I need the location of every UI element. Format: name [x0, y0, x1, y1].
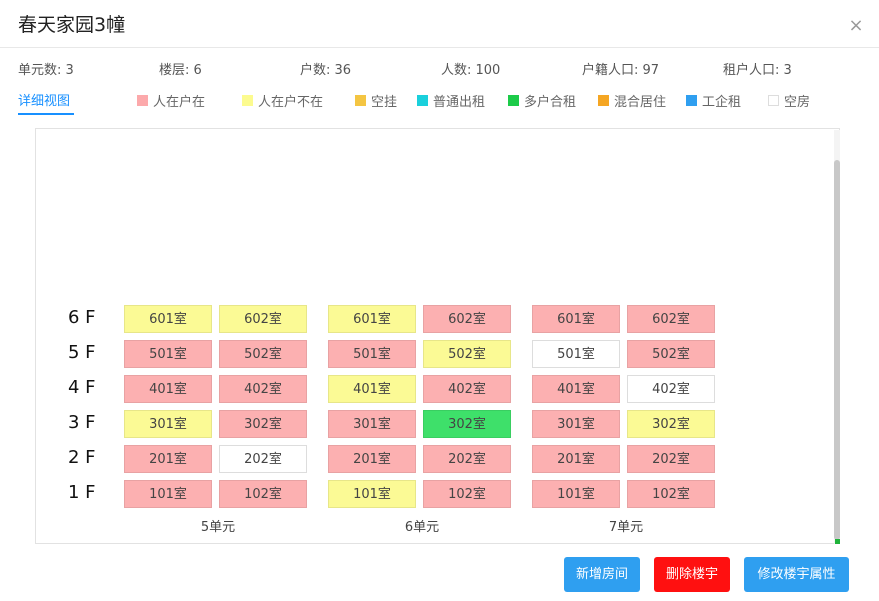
legend-label: 人在户不在	[258, 95, 324, 110]
room-cell[interactable]: 101室	[532, 480, 620, 508]
room-cell[interactable]: 302室	[219, 410, 307, 438]
room-cell[interactable]: 501室	[532, 340, 620, 368]
room-cell[interactable]: 201室	[328, 445, 416, 473]
unit-label: 5单元	[200, 520, 236, 535]
room-cell[interactable]: 401室	[124, 375, 212, 403]
legend-swatch	[768, 95, 779, 106]
tab-detail-view[interactable]: 详细视图	[18, 90, 70, 109]
delete-building-button[interactable]: 删除楼宇	[654, 557, 730, 592]
legend-swatch	[355, 95, 366, 106]
room-cell[interactable]: 501室	[124, 340, 212, 368]
room-cell[interactable]: 601室	[328, 305, 416, 333]
room-cell[interactable]: 301室	[124, 410, 212, 438]
room-cell[interactable]: 401室	[532, 375, 620, 403]
floor-label: 2 F	[68, 447, 96, 468]
legend-swatch	[686, 95, 697, 106]
room-cell[interactable]: 602室	[627, 305, 715, 333]
legend-item: 普通出租	[417, 91, 485, 110]
legend-item: 人在户在	[137, 91, 205, 110]
room-cell[interactable]: 602室	[219, 305, 307, 333]
room-cell[interactable]: 501室	[328, 340, 416, 368]
scroll-indicator	[835, 539, 840, 544]
stat-people: 人数: 100	[441, 63, 501, 78]
unit-label: 6单元	[404, 520, 440, 535]
tab-underline	[18, 113, 74, 115]
legend-item: 空挂	[355, 91, 397, 110]
room-cell[interactable]: 502室	[219, 340, 307, 368]
room-cell[interactable]: 402室	[627, 375, 715, 403]
room-cell[interactable]: 202室	[627, 445, 715, 473]
stat-floors: 楼层: 6	[159, 63, 202, 78]
add-room-button[interactable]: 新增房间	[564, 557, 640, 592]
room-cell[interactable]: 301室	[328, 410, 416, 438]
legend-label: 空房	[784, 95, 811, 110]
legend-swatch	[508, 95, 519, 106]
legend-swatch	[137, 95, 148, 106]
legend-label: 普通出租	[433, 95, 486, 110]
room-cell[interactable]: 301室	[532, 410, 620, 438]
room-cell[interactable]: 202室	[423, 445, 511, 473]
stat-registered: 户籍人口: 97	[582, 63, 660, 78]
stat-households: 户数: 36	[300, 63, 352, 78]
legend-label: 空挂	[371, 95, 398, 110]
room-cell[interactable]: 601室	[124, 305, 212, 333]
dialog-title: 春天家园3幢	[18, 14, 126, 36]
room-cell[interactable]: 101室	[328, 480, 416, 508]
legend-item: 多户合租	[508, 91, 576, 110]
header-divider	[0, 47, 879, 48]
legend-label: 多户合租	[524, 95, 577, 110]
floor-label: 5 F	[68, 342, 96, 363]
legend-swatch	[417, 95, 428, 106]
legend-label: 混合居住	[614, 95, 667, 110]
legend-label: 人在户在	[153, 95, 206, 110]
room-cell[interactable]: 402室	[423, 375, 511, 403]
legend-item: 空房	[768, 91, 810, 110]
floor-label: 4 F	[68, 377, 96, 398]
legend-item: 工企租	[686, 91, 741, 110]
edit-building-button[interactable]: 修改楼宇属性	[744, 557, 849, 592]
room-cell[interactable]: 502室	[627, 340, 715, 368]
room-cell[interactable]: 101室	[124, 480, 212, 508]
room-cell[interactable]: 201室	[124, 445, 212, 473]
room-cell[interactable]: 102室	[627, 480, 715, 508]
legend-label: 工企租	[702, 95, 742, 110]
floor-label: 1 F	[68, 482, 96, 503]
scrollbar-thumb[interactable]	[834, 160, 840, 540]
unit-label: 7单元	[608, 520, 644, 535]
legend-swatch	[242, 95, 253, 106]
room-cell[interactable]: 102室	[219, 480, 307, 508]
room-cell[interactable]: 302室	[423, 410, 511, 438]
stat-units: 单元数: 3	[18, 63, 74, 78]
floor-label: 3 F	[68, 412, 96, 433]
legend-item: 混合居住	[598, 91, 666, 110]
room-cell[interactable]: 401室	[328, 375, 416, 403]
room-cell[interactable]: 302室	[627, 410, 715, 438]
close-icon[interactable]: ×	[848, 17, 864, 35]
room-cell[interactable]: 201室	[532, 445, 620, 473]
floor-label: 6 F	[68, 307, 96, 328]
room-cell[interactable]: 602室	[423, 305, 511, 333]
stat-tenants: 租户人口: 3	[723, 63, 792, 78]
room-cell[interactable]: 202室	[219, 445, 307, 473]
room-cell[interactable]: 402室	[219, 375, 307, 403]
room-cell[interactable]: 601室	[532, 305, 620, 333]
room-cell[interactable]: 502室	[423, 340, 511, 368]
room-cell[interactable]: 102室	[423, 480, 511, 508]
legend-swatch	[598, 95, 609, 106]
legend-item: 人在户不在	[242, 91, 323, 110]
